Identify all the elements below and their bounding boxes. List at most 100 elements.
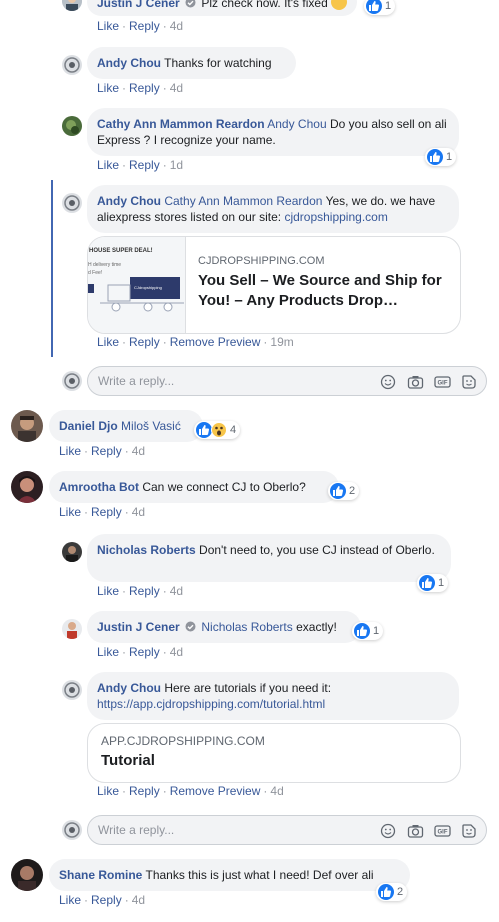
comment-bubble: Andy Chou Here are tutorials if you need… (87, 672, 459, 720)
timestamp[interactable]: 4d (270, 784, 283, 798)
sticker-icon[interactable] (460, 373, 478, 391)
avatar[interactable] (62, 542, 82, 562)
comment-bubble: Justin J Cener Plz check now. It's fixed (87, 0, 358, 16)
like-icon (427, 149, 443, 165)
like-link[interactable]: Like (97, 158, 119, 172)
svg-text:GIF: GIF (437, 381, 447, 387)
reaction-count[interactable]: 1 (352, 622, 384, 640)
like-link[interactable]: Like (97, 19, 119, 33)
reply-link[interactable]: Reply (129, 335, 160, 349)
comment-author[interactable]: Justin J Cener (97, 620, 180, 634)
comment-text: Can we connect CJ to Oberlo? (142, 480, 306, 494)
gif-icon[interactable]: GIF (433, 822, 451, 840)
reply-placeholder: Write a reply... (98, 374, 175, 388)
smile-emoji-icon (331, 0, 348, 10)
emoji-icon[interactable] (379, 822, 397, 840)
reaction-count[interactable]: 4 (194, 421, 241, 439)
mention-link[interactable]: Nicholas Roberts (201, 620, 292, 634)
comment-author[interactable]: Shane Romine (59, 868, 142, 882)
link-preview-card[interactable]: HOUSE SUPER DEAL! H delivery time d Fee!… (87, 236, 461, 334)
reply-link[interactable]: Reply (129, 645, 160, 659)
reaction-count[interactable]: 2 (328, 482, 360, 500)
comment-author[interactable]: Andy Chou (97, 681, 161, 695)
reply-link[interactable]: Reply (129, 19, 160, 33)
avatar[interactable] (62, 680, 82, 700)
comment-author[interactable]: Amrootha Bot (59, 480, 139, 494)
comment-bubble: Nicholas Roberts Don't need to, you use … (87, 534, 451, 582)
gif-icon[interactable]: GIF (433, 373, 451, 391)
link-preview-card[interactable]: APP.CJDROPSHIPPING.COM Tutorial (87, 723, 461, 783)
timestamp[interactable]: 4d (170, 19, 183, 33)
mention-link[interactable]: Cathy Ann Mammon Reardon (164, 194, 322, 208)
remove-preview-link[interactable]: Remove Preview (170, 335, 261, 349)
mention-link[interactable]: Andy Chou (267, 117, 326, 131)
camera-icon[interactable] (406, 822, 424, 840)
comment-link[interactable]: https://app.cjdropshipping.com/tutorial.… (97, 697, 325, 711)
comment-actions: Like · Reply · 4d (97, 584, 184, 598)
sticker-icon[interactable] (460, 822, 478, 840)
remove-preview-link[interactable]: Remove Preview (170, 784, 261, 798)
wow-icon (211, 422, 227, 438)
reaction-count[interactable]: 1 (417, 574, 449, 592)
link-preview-title: Tutorial (101, 752, 155, 769)
timestamp[interactable]: 1d (170, 158, 183, 172)
comment-text: exactly! (296, 620, 337, 634)
emoji-icon[interactable] (379, 373, 397, 391)
timestamp[interactable]: 4d (170, 81, 183, 95)
reply-link[interactable]: Reply (129, 584, 160, 598)
like-link[interactable]: Like (97, 81, 119, 95)
avatar[interactable] (11, 859, 43, 891)
comment-actions: Like · Reply · 4d (97, 19, 184, 33)
reply-link[interactable]: Reply (91, 893, 122, 907)
comment-text: Thanks for watching (164, 56, 272, 70)
avatar[interactable] (62, 116, 82, 136)
like-icon (354, 623, 370, 639)
avatar[interactable] (11, 410, 43, 442)
avatar[interactable] (62, 619, 82, 639)
reply-link[interactable]: Reply (91, 444, 122, 458)
comment-author[interactable]: Cathy Ann Mammon Reardon (97, 117, 265, 131)
like-link[interactable]: Like (97, 584, 119, 598)
reply-link[interactable]: Reply (129, 158, 160, 172)
comment-link[interactable]: cjdropshipping.com (284, 210, 387, 224)
camera-icon[interactable] (406, 373, 424, 391)
timestamp[interactable]: 4d (132, 505, 145, 519)
comment-actions: Like · Reply · 4d (97, 645, 184, 659)
comment-bubble: Cathy Ann Mammon Reardon Andy Chou Do yo… (87, 108, 459, 156)
reply-input[interactable]: Write a reply... GIF (87, 366, 487, 396)
reply-input[interactable]: Write a reply... GIF (87, 815, 487, 845)
like-link[interactable]: Like (59, 893, 81, 907)
like-link[interactable]: Like (59, 505, 81, 519)
avatar[interactable] (62, 55, 82, 75)
reaction-count[interactable]: 1 (364, 0, 396, 15)
comment-actions: Like · Reply · 4d (97, 81, 184, 95)
comment-author[interactable]: Andy Chou (97, 194, 161, 208)
reaction-count[interactable]: 1 (425, 148, 457, 166)
comment-author[interactable]: Justin J Cener (97, 0, 180, 10)
comment-author[interactable]: Nicholas Roberts (97, 543, 196, 557)
comment-actions: Like · Reply · Remove Preview · 19m (97, 335, 294, 349)
avatar[interactable] (62, 193, 82, 213)
thread-highlight-line (51, 180, 53, 357)
comment-author[interactable]: Daniel Djo (59, 419, 118, 433)
reply-link[interactable]: Reply (129, 81, 160, 95)
reply-link[interactable]: Reply (91, 505, 122, 519)
like-link[interactable]: Like (97, 335, 119, 349)
mention-link[interactable]: Miloš Vasić (121, 419, 181, 433)
timestamp[interactable]: 19m (270, 335, 293, 349)
timestamp[interactable]: 4d (132, 893, 145, 907)
avatar[interactable] (11, 471, 43, 503)
avatar[interactable] (62, 0, 82, 11)
like-link[interactable]: Like (97, 784, 119, 798)
comment-actions: Like · Reply · 1d (97, 158, 184, 172)
reply-link[interactable]: Reply (129, 784, 160, 798)
comment-text: Plz check now. It's fixed (201, 0, 328, 10)
comment-author[interactable]: Andy Chou (97, 56, 161, 70)
comment-bubble: Shane Romine Thanks this is just what I … (49, 859, 410, 891)
timestamp[interactable]: 4d (170, 584, 183, 598)
timestamp[interactable]: 4d (170, 645, 183, 659)
like-link[interactable]: Like (97, 645, 119, 659)
reaction-count[interactable]: 2 (376, 883, 408, 901)
like-link[interactable]: Like (59, 444, 81, 458)
timestamp[interactable]: 4d (132, 444, 145, 458)
